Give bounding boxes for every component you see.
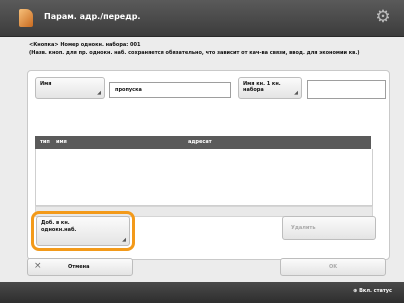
status-icon: ⊕ <box>353 288 358 294</box>
close-icon: × <box>34 261 42 271</box>
title-bar: Парам. адр./передр. ⚙ <box>0 0 404 36</box>
address-book-icon <box>19 9 33 27</box>
one-touch-name-button[interactable]: Имя кн. 1 кн. набора ◢ <box>238 77 302 99</box>
column-name: имя <box>56 139 67 145</box>
name-button-label: Имя <box>40 81 52 87</box>
list-header: тип имя адресат <box>35 136 371 149</box>
delete-button[interactable]: Удалить <box>282 216 376 240</box>
corner-arrow-icon: ◢ <box>294 90 298 96</box>
name-field[interactable]: пропуска <box>109 82 231 98</box>
ok-button[interactable]: OK <box>280 258 386 276</box>
gear-icon[interactable]: ⚙ <box>374 8 392 26</box>
header-line-2: (Назв. кноп. для пр. однокн. наб. сохран… <box>29 50 360 56</box>
delete-button-label: Удалить <box>291 225 316 231</box>
column-destination: адресат <box>188 139 212 145</box>
destination-list[interactable] <box>35 149 373 206</box>
column-type: тип <box>40 139 50 145</box>
cancel-button[interactable]: × Отмена <box>27 258 133 276</box>
cancel-button-label: Отмена <box>68 264 90 270</box>
name-button[interactable]: Имя ◢ <box>35 77 105 99</box>
ok-button-label: OK <box>329 264 338 270</box>
selection-highlight <box>31 211 135 251</box>
window-title: Парам. адр./передр. <box>44 12 141 21</box>
info-header: <Кнопка> Номер однокн. набора: 001 (Назв… <box>29 41 399 57</box>
status-monitor-button[interactable]: ⊕ Вкл. статус <box>353 288 392 294</box>
one-touch-name-button-label: Имя кн. 1 кн. набора <box>243 81 281 93</box>
status-bar: ⊕ Вкл. статус <box>0 282 404 303</box>
status-label: Вкл. статус <box>359 288 392 294</box>
header-line-1: <Кнопка> Номер однокн. набора: 001 <box>29 42 141 48</box>
one-touch-name-field[interactable] <box>307 80 386 99</box>
corner-arrow-icon: ◢ <box>97 90 101 96</box>
